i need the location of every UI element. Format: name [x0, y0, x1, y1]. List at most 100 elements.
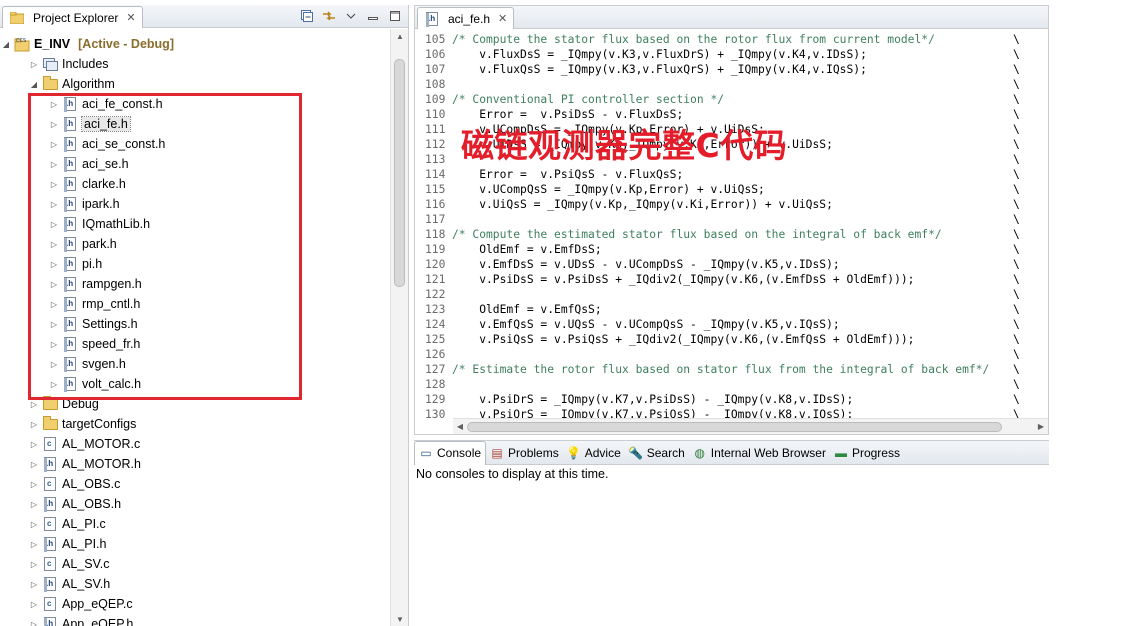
tree-item[interactable]: ▷ c AL_SV.c: [28, 554, 390, 574]
header-file-icon: .h: [42, 456, 58, 472]
expand-arrow-icon[interactable]: ▷: [28, 58, 40, 70]
collapse-arrow-icon[interactable]: ◢: [28, 78, 40, 90]
header-file-icon: .h: [62, 296, 78, 312]
code-line: 127 /* Estimate the rotor flux based on s…: [415, 362, 1048, 377]
expand-arrow-icon[interactable]: ▷: [48, 98, 60, 110]
expand-toggle-icon[interactable]: ◢: [0, 38, 12, 50]
expand-arrow-icon[interactable]: ▷: [28, 418, 40, 430]
expand-arrow-icon[interactable]: ▷: [48, 298, 60, 310]
tree-item[interactable]: ▷ .h svgen.h: [48, 354, 390, 374]
expand-arrow-icon[interactable]: ▷: [28, 598, 40, 610]
link-with-editor-icon[interactable]: [320, 7, 338, 25]
tree-item[interactable]: ◢ Algorithm: [28, 74, 390, 94]
maximize-icon[interactable]: [386, 7, 404, 25]
expand-arrow-icon[interactable]: ▷: [28, 478, 40, 490]
tree-item[interactable]: ▷ .h volt_calc.h: [48, 374, 390, 394]
tab-advice[interactable]: 💡 Advice: [563, 441, 625, 465]
expand-arrow-icon[interactable]: ▷: [48, 258, 60, 270]
tree-item[interactable]: ▷ c AL_MOTOR.c: [28, 434, 390, 454]
minimize-icon[interactable]: [364, 7, 382, 25]
expand-arrow-icon[interactable]: ▷: [48, 118, 60, 130]
tree-item[interactable]: ▷ .h clarke.h: [48, 174, 390, 194]
tree-item[interactable]: ▷ .h AL_OBS.h: [28, 494, 390, 514]
tree-item[interactable]: ▷ .h pi.h: [48, 254, 390, 274]
tab-console[interactable]: ▭ Console: [414, 440, 487, 465]
tree-item[interactable]: ▷ .h AL_MOTOR.h: [28, 454, 390, 474]
tree-item[interactable]: ▷ Includes: [28, 54, 390, 74]
scroll-left-arrow-icon[interactable]: ◀: [453, 419, 467, 434]
tree-item[interactable]: ▷ c App_eQEP.c: [28, 594, 390, 614]
tree-project-root[interactable]: ◢ CCS E_INV [Active - Debug]: [0, 34, 390, 54]
tree-item[interactable]: ▷ .h rampgen.h: [48, 274, 390, 294]
project-tree[interactable]: ◢ CCS E_INV [Active - Debug] ▷ Includes ◢ A…: [0, 29, 390, 626]
tree-item[interactable]: ▷ .h park.h: [48, 234, 390, 254]
tab-problems[interactable]: ▤ Problems: [486, 441, 563, 465]
tab-internal-web-browser[interactable]: ◍ Internal Web Browser: [689, 441, 830, 465]
code-line: 119 OldEmf = v.EmfDsS; \: [415, 242, 1048, 257]
expand-arrow-icon[interactable]: ▷: [48, 238, 60, 250]
expand-arrow-icon[interactable]: ▷: [28, 538, 40, 550]
close-icon[interactable]: ✕: [126, 11, 135, 24]
tree-item[interactable]: ▷ .h IQmathLib.h: [48, 214, 390, 234]
tree-item[interactable]: ▷ c AL_OBS.c: [28, 474, 390, 494]
expand-arrow-icon[interactable]: ▷: [28, 578, 40, 590]
tree-item[interactable]: ▷ targetConfigs: [28, 414, 390, 434]
explorer-vertical-scrollbar[interactable]: ▲ ▼: [390, 29, 408, 626]
scroll-thumb[interactable]: [394, 59, 405, 287]
tree-item[interactable]: ▷ .h App_eQEP.h: [28, 614, 390, 626]
tree-item-label: AL_PI.h: [62, 537, 107, 551]
expand-arrow-icon[interactable]: ▷: [48, 378, 60, 390]
expand-arrow-icon[interactable]: ▷: [28, 438, 40, 450]
tree-item[interactable]: ▷ .h rmp_cntl.h: [48, 294, 390, 314]
project-explorer-icon: [9, 10, 25, 26]
code-area[interactable]: 105 /* Compute the stator flux based on t…: [415, 30, 1048, 418]
scroll-down-arrow-icon[interactable]: ▼: [391, 612, 409, 626]
expand-arrow-icon[interactable]: ▷: [48, 218, 60, 230]
expand-arrow-icon[interactable]: ▷: [48, 198, 60, 210]
expand-arrow-icon[interactable]: ▷: [28, 558, 40, 570]
tree-item[interactable]: ▷ Debug: [28, 394, 390, 414]
expand-arrow-icon[interactable]: ▷: [48, 318, 60, 330]
project-explorer-view: Project Explorer ✕ ◢ CCS E_INV [Active -…: [0, 5, 409, 626]
scroll-thumb[interactable]: [467, 422, 1002, 432]
expand-arrow-icon[interactable]: ▷: [48, 338, 60, 350]
tree-item[interactable]: ▷ .h aci_fe_const.h: [48, 94, 390, 114]
close-icon[interactable]: ✕: [498, 12, 507, 25]
line-number: 130: [425, 408, 446, 418]
tree-item[interactable]: ▷ .h aci_se_const.h: [48, 134, 390, 154]
console-tab-label: Progress: [851, 445, 900, 460]
view-menu-icon[interactable]: [342, 7, 360, 25]
tree-item[interactable]: ▷ .h AL_PI.h: [28, 534, 390, 554]
tree-item[interactable]: ▷ .h AL_SV.h: [28, 574, 390, 594]
tree-item[interactable]: ▷ c AL_PI.c: [28, 514, 390, 534]
scroll-right-arrow-icon[interactable]: ▶: [1034, 419, 1048, 434]
tree-item[interactable]: ▷ .h ipark.h: [48, 194, 390, 214]
expand-arrow-icon[interactable]: ▷: [28, 458, 40, 470]
collapse-all-icon[interactable]: [298, 7, 316, 25]
tree-item-label: rampgen.h: [82, 277, 142, 291]
project-name: E_INV: [34, 37, 71, 51]
expand-arrow-icon[interactable]: ▷: [28, 398, 40, 410]
expand-arrow-icon[interactable]: ▷: [28, 498, 40, 510]
tree-item[interactable]: ▷ .h Settings.h: [48, 314, 390, 334]
tab-aci-fe-h[interactable]: .h aci_fe.h ✕: [417, 7, 515, 29]
tree-item[interactable]: ▷ .h speed_fr.h: [48, 334, 390, 354]
expand-arrow-icon[interactable]: ▷: [48, 278, 60, 290]
expand-arrow-icon[interactable]: ▷: [48, 138, 60, 150]
tab-search[interactable]: 🔦 Search: [625, 441, 689, 465]
line-continuation: \: [1013, 258, 1020, 271]
editor-horizontal-scrollbar[interactable]: ◀ ▶: [453, 418, 1048, 434]
header-file-icon: .h: [62, 136, 78, 152]
scroll-up-arrow-icon[interactable]: ▲: [391, 29, 409, 43]
expand-arrow-icon[interactable]: ▷: [48, 158, 60, 170]
code-line: 115 v.UCompQsS = _IQmpy(v.Kp,Error) + v.…: [415, 182, 1048, 197]
expand-arrow-icon[interactable]: ▷: [28, 618, 40, 626]
tab-project-explorer[interactable]: Project Explorer ✕: [2, 6, 143, 28]
tree-item[interactable]: ▷ .h aci_se.h: [48, 154, 390, 174]
tab-progress[interactable]: ▬ Progress: [830, 441, 904, 465]
tree-item[interactable]: ▷ .h aci_fe.h: [48, 114, 390, 134]
expand-arrow-icon[interactable]: ▷: [48, 358, 60, 370]
expand-arrow-icon[interactable]: ▷: [48, 178, 60, 190]
expand-arrow-icon[interactable]: ▷: [28, 518, 40, 530]
line-continuation: \: [1013, 93, 1020, 106]
